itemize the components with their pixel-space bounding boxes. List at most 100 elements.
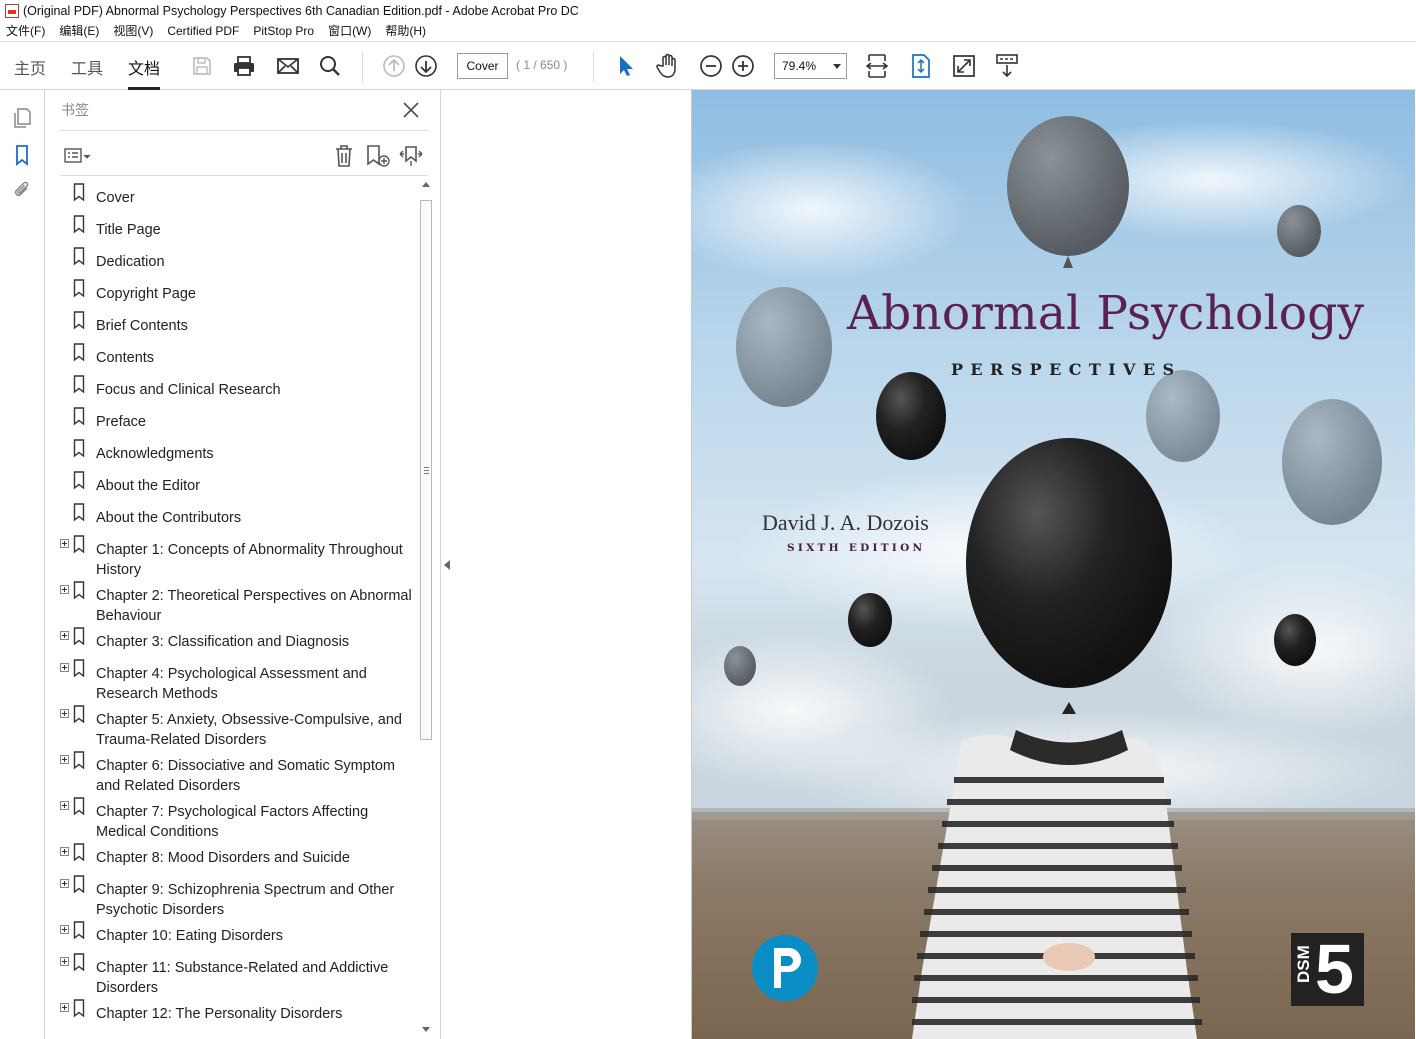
bookmark-icon xyxy=(73,247,85,265)
bookmark-item[interactable]: Chapter 7: Psychological Factors Affecti… xyxy=(60,796,416,842)
scroll-up-arrow-icon[interactable] xyxy=(422,182,430,187)
bookmark-icon xyxy=(73,343,85,361)
bookmark-icon xyxy=(73,535,85,553)
email-icon[interactable] xyxy=(275,53,301,79)
page-count: ( 1 / 650 ) xyxy=(516,58,568,72)
menu-help[interactable]: 帮助(H) xyxy=(378,21,433,42)
bookmark-item[interactable]: Dedication xyxy=(60,246,416,278)
bookmark-item[interactable]: Chapter 12: The Personality Disorders xyxy=(60,998,416,1030)
bookmark-label: Chapter 9: Schizophrenia Spectrum and Ot… xyxy=(96,882,395,918)
read-mode-icon[interactable] xyxy=(994,53,1020,79)
pdf-page[interactable]: Abnormal Psychology PERSPECTIVES David J… xyxy=(691,90,1415,1039)
bookmark-item[interactable]: Acknowledgments xyxy=(60,438,416,470)
expand-plus-icon[interactable] xyxy=(60,709,69,718)
menu-file[interactable]: 文件(F) xyxy=(0,21,52,42)
bookmark-item[interactable]: Chapter 1: Concepts of Abnormality Throu… xyxy=(60,534,416,580)
bookmark-icon xyxy=(73,659,85,677)
bookmark-label: Chapter 8: Mood Disorders and Suicide xyxy=(96,850,350,866)
zoom-select[interactable]: 79.4% xyxy=(774,53,847,79)
delete-bookmark-icon[interactable] xyxy=(331,144,357,168)
navigation-rail xyxy=(0,90,45,1039)
select-cursor-icon[interactable] xyxy=(612,53,638,79)
options-menu-icon[interactable] xyxy=(62,144,94,168)
bookmark-item[interactable]: Cover xyxy=(60,182,416,214)
expand-plus-icon[interactable] xyxy=(60,925,69,934)
close-icon[interactable] xyxy=(401,100,421,120)
bookmark-item[interactable]: Chapter 2: Theoretical Perspectives on A… xyxy=(60,580,416,626)
chevron-down-icon xyxy=(833,64,841,69)
expand-bookmark-icon[interactable] xyxy=(398,144,424,168)
search-icon[interactable] xyxy=(317,53,343,79)
bookmark-item[interactable]: Title Page xyxy=(60,214,416,246)
expand-plus-icon[interactable] xyxy=(60,755,69,764)
new-bookmark-icon[interactable] xyxy=(365,144,391,168)
expand-plus-icon[interactable] xyxy=(60,847,69,856)
page-down-icon[interactable] xyxy=(413,53,439,79)
bookmark-item[interactable]: Chapter 6: Dissociative and Somatic Symp… xyxy=(60,750,416,796)
menu-edit[interactable]: 编辑(E) xyxy=(52,21,106,42)
fullscreen-icon[interactable] xyxy=(951,53,977,79)
expand-plus-icon[interactable] xyxy=(60,631,69,640)
attachment-icon[interactable] xyxy=(11,179,33,201)
bookmark-icon xyxy=(73,183,85,201)
fit-width-icon[interactable] xyxy=(864,53,890,79)
hand-icon[interactable] xyxy=(655,53,681,79)
expand-plus-icon[interactable] xyxy=(60,1003,69,1012)
expand-plus-icon[interactable] xyxy=(60,539,69,548)
bookmark-scrollbar[interactable] xyxy=(419,182,433,1034)
bookmark-label: Title Page xyxy=(96,222,161,238)
bookmark-item[interactable]: Chapter 11: Substance-Related and Addict… xyxy=(60,952,416,998)
bookmark-item[interactable]: About the Editor xyxy=(60,470,416,502)
page-up-icon[interactable] xyxy=(381,53,407,79)
panel-divider xyxy=(60,130,428,131)
bookmark-item[interactable]: Chapter 8: Mood Disorders and Suicide xyxy=(60,842,416,874)
menu-certified-pdf[interactable]: Certified PDF xyxy=(160,21,246,42)
expand-plus-icon[interactable] xyxy=(60,879,69,888)
fit-page-icon[interactable] xyxy=(908,53,934,79)
cover-title: Abnormal Psychology xyxy=(847,286,1365,341)
bookmark-item[interactable]: Contents xyxy=(60,342,416,374)
scroll-thumb[interactable] xyxy=(420,200,432,740)
bookmark-label: Dedication xyxy=(96,254,165,270)
title-bar: (Original PDF) Abnormal Psychology Persp… xyxy=(0,0,1416,21)
tab-home[interactable]: 主页 xyxy=(14,55,46,90)
bookmark-item[interactable]: Chapter 5: Anxiety, Obsessive-Compulsive… xyxy=(60,704,416,750)
bookmark-item[interactable]: Preface xyxy=(60,406,416,438)
bookmark-icon xyxy=(73,439,85,457)
zoom-out-icon[interactable] xyxy=(698,53,724,79)
bookmark-item[interactable]: Copyright Page xyxy=(60,278,416,310)
tab-document[interactable]: 文档 xyxy=(128,55,161,90)
bookmark-item[interactable]: Brief Contents xyxy=(60,310,416,342)
bookmark-icon xyxy=(73,751,85,769)
menu-pitstop-pro[interactable]: PitStop Pro xyxy=(246,21,321,42)
pages-icon[interactable] xyxy=(11,107,33,129)
collapse-panel-icon[interactable] xyxy=(444,560,450,570)
bookmark-icon xyxy=(73,999,85,1017)
bookmark-label: Chapter 1: Concepts of Abnormality Throu… xyxy=(96,542,403,578)
bookmark-item[interactable]: About the Contributors xyxy=(60,502,416,534)
bookmark-icon[interactable] xyxy=(11,144,33,166)
menu-bar: 文件(F) 编辑(E) 视图(V) Certified PDF PitStop … xyxy=(0,21,1416,42)
bookmark-label: About the Contributors xyxy=(96,510,242,526)
bookmark-label: Focus and Clinical Research xyxy=(96,382,281,398)
save-icon[interactable] xyxy=(189,53,215,79)
page-number-input[interactable]: Cover xyxy=(457,53,508,79)
menu-window[interactable]: 窗口(W) xyxy=(321,21,378,42)
bookmark-item[interactable]: Chapter 3: Classification and Diagnosis xyxy=(60,626,416,658)
bookmark-item[interactable]: Chapter 10: Eating Disorders xyxy=(60,920,416,952)
window-title: (Original PDF) Abnormal Psychology Persp… xyxy=(23,3,579,18)
expand-plus-icon[interactable] xyxy=(60,585,69,594)
bookmark-icon xyxy=(73,797,85,815)
expand-plus-icon[interactable] xyxy=(60,663,69,672)
expand-plus-icon[interactable] xyxy=(60,957,69,966)
expand-plus-icon[interactable] xyxy=(60,801,69,810)
bookmark-item[interactable]: Focus and Clinical Research xyxy=(60,374,416,406)
menu-view[interactable]: 视图(V) xyxy=(106,21,160,42)
bookmark-item[interactable]: Chapter 4: Psychological Assessment and … xyxy=(60,658,416,704)
zoom-in-icon[interactable] xyxy=(730,53,756,79)
tab-tools[interactable]: 工具 xyxy=(71,55,103,90)
scroll-down-arrow-icon[interactable] xyxy=(422,1027,430,1032)
bookmark-label: Chapter 6: Dissociative and Somatic Symp… xyxy=(96,758,395,794)
print-icon[interactable] xyxy=(231,53,257,79)
bookmark-item[interactable]: Chapter 9: Schizophrenia Spectrum and Ot… xyxy=(60,874,416,920)
